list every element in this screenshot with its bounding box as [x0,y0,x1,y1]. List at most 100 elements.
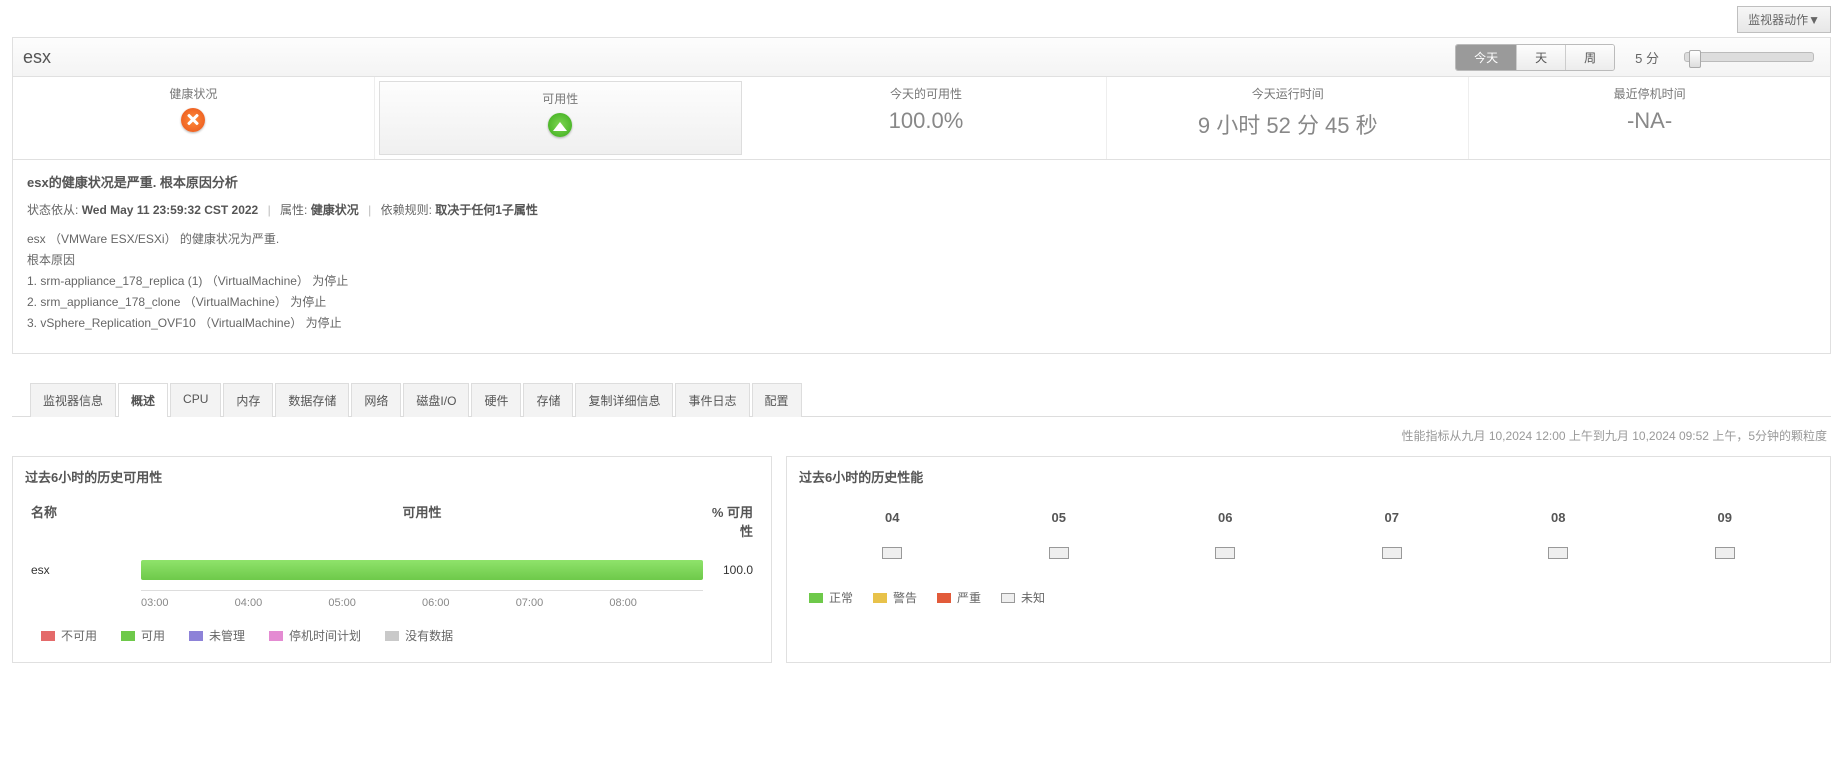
separator: | [368,203,371,217]
info-label: 今天运行时间 [1111,85,1464,102]
legend-item: 停机时间计划 [269,627,361,644]
legend-label: 警告 [893,589,917,606]
rca-title: esx的健康状况是严重. 根本原因分析 [27,172,1816,191]
rca-status-value: Wed May 11 23:59:32 CST 2022 [82,203,259,217]
tick: 06:00 [422,597,516,609]
col-name: 名称 [31,502,141,540]
rca-meta: 状态依从: Wed May 11 23:59:32 CST 2022 | 属性:… [27,201,1816,218]
page-header: esx 今天天周 5 分 [12,37,1831,77]
col-percent: % 可用性 [703,502,753,540]
monitor-actions-button[interactable]: 监视器动作▼ [1737,6,1831,33]
separator: | [268,203,271,217]
zoom-slider[interactable] [1684,52,1814,62]
performance-legend: 正常 警告 严重 未知 [809,589,1808,606]
tab-存储[interactable]: 存储 [523,383,573,417]
tab-配置[interactable]: 配置 [752,383,802,417]
legend-swatch [269,631,283,641]
performance-cells [809,547,1808,559]
performance-hours: 04 05 06 07 08 09 [809,510,1808,525]
legend-item: 严重 [937,589,981,606]
perf-hour: 05 [1052,510,1066,525]
rca-attr-label: 属性: [280,203,307,217]
row-name: esx [31,563,141,577]
legend-swatch [809,593,823,603]
tab-硬件[interactable]: 硬件 [471,383,521,417]
time-tab-今天[interactable]: 今天 [1456,45,1517,70]
perf-hour: 04 [885,510,899,525]
time-range-tabs: 今天天周 [1455,44,1615,71]
rca-item: 3. vSphere_Replication_OVF10 （VirtualMac… [27,314,1816,331]
legend-label: 可用 [141,627,165,644]
time-tab-周[interactable]: 周 [1566,45,1614,70]
legend-label: 严重 [957,589,981,606]
legend-swatch [385,631,399,641]
tick: 04:00 [235,597,329,609]
legend-item: 警告 [873,589,917,606]
tab-数据存储[interactable]: 数据存储 [275,383,349,417]
root-cause-panel: esx的健康状况是严重. 根本原因分析 状态依从: Wed May 11 23:… [12,160,1831,354]
performance-panel-title: 过去6小时的历史性能 [787,457,1830,496]
tab-CPU[interactable]: CPU [170,383,221,417]
perf-hour: 06 [1218,510,1232,525]
granularity-label: 5 分 [1635,48,1659,67]
summary-row: 健康状况可用性今天的可用性100.0%今天运行时间9 小时 52 分 45 秒最… [12,77,1831,160]
legend-label: 不可用 [61,627,97,644]
info-value: -NA- [1473,108,1826,134]
critical-icon [181,108,205,132]
availability-legend: 不可用 可用 未管理 停机时间计划 没有数据 [31,627,753,644]
legend-label: 没有数据 [405,627,453,644]
rca-attr-value: 健康状况 [311,203,359,217]
rca-item: 1. srm-appliance_178_replica (1) （Virtua… [27,272,1816,289]
rca-item: 2. srm_appliance_178_clone （VirtualMachi… [27,293,1816,310]
info-cell-3: 今天运行时间 9 小时 52 分 45 秒 [1107,77,1469,159]
availability-ticks: 03:0004:0005:0006:0007:0008:00 [141,590,703,609]
perf-cell [1215,547,1235,559]
legend-item: 未知 [1001,589,1045,606]
perf-hour: 08 [1551,510,1565,525]
legend-label: 停机时间计划 [289,627,361,644]
legend-label: 正常 [829,589,853,606]
info-value: 100.0% [750,108,1103,134]
perf-hour: 09 [1718,510,1732,525]
tab-复制详细信息[interactable]: 复制详细信息 [575,383,673,417]
legend-swatch [41,631,55,641]
info-label: 最近停机时间 [1473,85,1826,102]
tab-磁盘I/O[interactable]: 磁盘I/O [403,383,469,417]
rca-rule-label: 依赖规则: [381,203,432,217]
perf-cell [1382,547,1402,559]
rca-status-label: 状态依从: [27,203,78,217]
tab-网络[interactable]: 网络 [351,383,401,417]
legend-item: 可用 [121,627,165,644]
perf-cell [1548,547,1568,559]
info-cell-2: 今天的可用性 100.0% [746,77,1108,159]
info-label: 今天的可用性 [750,85,1103,102]
info-cell-4: 最近停机时间 -NA- [1469,77,1830,159]
legend-label: 未知 [1021,589,1045,606]
legend-swatch [1001,593,1015,603]
legend-swatch [189,631,203,641]
rca-root-label: 根本原因 [27,251,1816,268]
rca-summary: esx （VMWare ESX/ESXi） 的健康状况为严重. [27,230,1816,247]
perf-hour: 07 [1385,510,1399,525]
row-percent: 100.0 [703,563,753,577]
tick: 07:00 [516,597,610,609]
tab-监视器信息[interactable]: 监视器信息 [30,383,116,417]
legend-swatch [873,593,887,603]
availability-history-panel: 过去6小时的历史可用性 名称 可用性 % 可用性 esx 100.0 03:00… [12,456,772,663]
page-title: esx [23,47,1455,68]
time-range-note: 性能指标从九月 10,2024 12:00 上午到九月 10,2024 09:5… [16,427,1827,444]
tick: 08:00 [609,597,703,609]
legend-item: 未管理 [189,627,245,644]
legend-swatch [121,631,135,641]
tick: 05:00 [328,597,422,609]
perf-cell [1715,547,1735,559]
detail-tabs: 监视器信息概述CPU内存数据存储网络磁盘I/O硬件存储复制详细信息事件日志配置 [12,382,1831,417]
tab-事件日志[interactable]: 事件日志 [675,383,749,417]
time-tab-天[interactable]: 天 [1517,45,1566,70]
legend-swatch [937,593,951,603]
info-value: 9 小时 52 分 45 秒 [1111,108,1464,140]
col-availability: 可用性 [141,502,703,540]
up-icon [548,113,572,137]
tab-内存[interactable]: 内存 [223,383,273,417]
tab-概述[interactable]: 概述 [118,383,168,417]
